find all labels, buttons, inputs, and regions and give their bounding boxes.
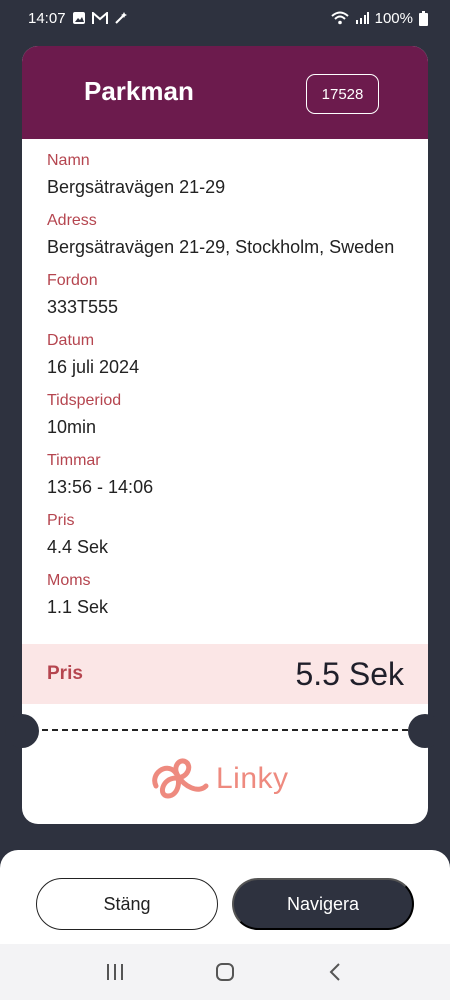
- detail-value: Bergsätravägen 21-29, Stockholm, Sweden: [47, 237, 395, 257]
- detail-value: 4.4 Sek: [47, 537, 109, 557]
- linky-logo-icon: [152, 758, 209, 799]
- recents-icon[interactable]: [95, 952, 135, 992]
- detail-row-hours: Timmar 13:56 - 14:06: [47, 450, 417, 510]
- system-nav-bar: [0, 944, 450, 1000]
- signal-icon: [355, 12, 369, 24]
- close-button[interactable]: Stäng: [36, 878, 218, 930]
- detail-value: 10min: [47, 417, 97, 437]
- home-icon[interactable]: [205, 952, 245, 992]
- detail-value: 16 juli 2024: [47, 357, 140, 377]
- detail-label: Moms: [47, 572, 91, 589]
- total-price-bar: Pris 5.5 Sek: [22, 644, 428, 704]
- battery-icon: [419, 10, 428, 26]
- receipt-card: Parkman 17528 Namn Bergsätravägen 21-29 …: [22, 46, 428, 824]
- detail-row-address: Adress Bergsätravägen 21-29, Stockholm, …: [47, 210, 417, 270]
- detail-label: Adress: [47, 212, 97, 229]
- detail-label: Namn: [47, 152, 90, 169]
- detail-label: Datum: [47, 332, 95, 349]
- detail-row-vehicle: Fordon 333T555: [47, 270, 417, 330]
- gallery-icon: [72, 11, 86, 25]
- detail-value: 333T555: [47, 297, 119, 317]
- perforation-divider: [42, 729, 408, 731]
- navigate-button[interactable]: Navigera: [232, 878, 414, 930]
- detail-row-name: Namn Bergsätravägen 21-29: [47, 150, 417, 210]
- receipt-code-badge: 17528: [306, 74, 379, 114]
- detail-value: 1.1 Sek: [47, 597, 109, 617]
- detail-row-period: Tidsperiod 10min: [47, 390, 417, 450]
- receipt-title: Parkman: [84, 76, 194, 106]
- ticket-notch-left: [5, 714, 39, 748]
- receipt-header: Parkman 17528: [22, 46, 428, 139]
- detail-value: Bergsätravägen 21-29: [47, 177, 226, 197]
- status-right: 100%: [330, 9, 428, 27]
- total-label: Pris: [47, 663, 83, 684]
- status-bar: 14:07 100%: [0, 0, 450, 36]
- ticket-notch-right: [408, 714, 442, 748]
- wifi-icon: [330, 11, 349, 25]
- back-icon[interactable]: [315, 952, 355, 992]
- status-time: 14:07: [28, 9, 66, 27]
- receipt-details: Namn Bergsätravägen 21-29 Adress Bergsät…: [47, 150, 417, 630]
- detail-row-price: Pris 4.4 Sek: [47, 510, 417, 570]
- action-sheet: Stäng Navigera: [0, 850, 450, 944]
- wand-icon: [114, 11, 128, 25]
- brand-name: Linky: [216, 762, 289, 795]
- total-value: 5.5 Sek: [295, 655, 404, 692]
- gmail-icon: [91, 11, 108, 25]
- detail-label: Tidsperiod: [47, 392, 122, 409]
- status-left: 14:07: [28, 10, 128, 27]
- linky-logo: Linky: [148, 754, 289, 804]
- detail-label: Timmar: [47, 452, 101, 469]
- detail-label: Pris: [47, 512, 75, 529]
- detail-row-vat: Moms 1.1 Sek: [47, 570, 417, 630]
- detail-row-date: Datum 16 juli 2024: [47, 330, 417, 390]
- detail-label: Fordon: [47, 272, 98, 289]
- detail-value: 13:56 - 14:06: [47, 477, 154, 497]
- battery-percent: 100%: [374, 9, 413, 27]
